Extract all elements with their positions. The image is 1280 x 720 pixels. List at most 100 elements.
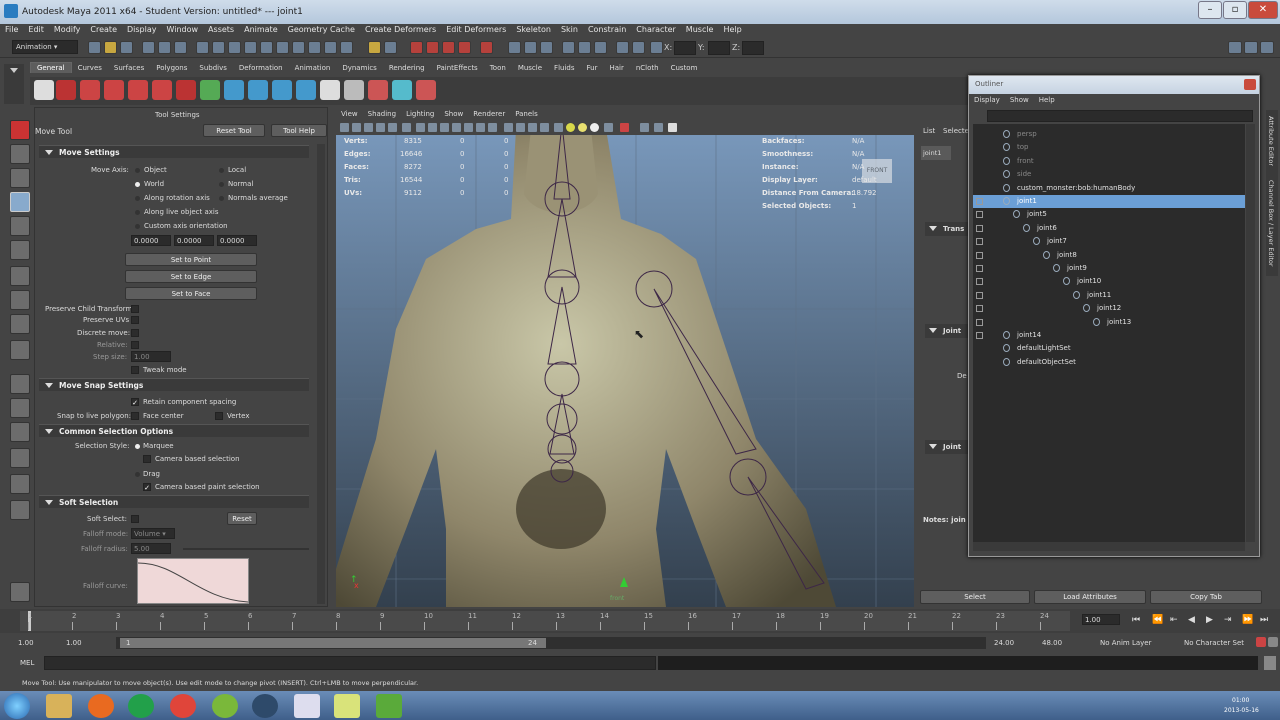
- grid-toggle-icon[interactable]: [402, 123, 411, 132]
- radio-marquee[interactable]: [135, 444, 140, 449]
- viewport-menu-shading[interactable]: Shading: [363, 110, 401, 118]
- rotate-tool-icon[interactable]: [10, 216, 30, 236]
- menu-animate[interactable]: Animate: [239, 24, 283, 35]
- end-time-field[interactable]: 48.00: [1042, 639, 1062, 647]
- vertex-checkbox[interactable]: [215, 412, 223, 420]
- menu-muscle[interactable]: Muscle: [681, 24, 719, 35]
- playback-end-field[interactable]: 24.00: [994, 639, 1014, 647]
- tab-animation[interactable]: Animation: [289, 63, 337, 73]
- radio-normal[interactable]: [219, 182, 224, 187]
- shelf-tool-2-icon[interactable]: [104, 80, 124, 100]
- new-scene-icon[interactable]: [88, 41, 101, 54]
- isolate-select-icon[interactable]: [620, 123, 629, 132]
- universal-manip-icon[interactable]: [10, 266, 30, 286]
- outliner-item[interactable]: persp: [973, 128, 1245, 141]
- safe-action-icon[interactable]: [464, 123, 473, 132]
- menu-geometry-cache[interactable]: Geometry Cache: [283, 24, 360, 35]
- custom-axis-x-field[interactable]: 0.0000: [131, 235, 171, 246]
- input-field-mode-icon[interactable]: [650, 41, 663, 54]
- retain-spacing-checkbox[interactable]: ✓: [131, 398, 139, 407]
- safe-title-icon[interactable]: [476, 123, 485, 132]
- close-button[interactable]: ✕: [1248, 1, 1278, 19]
- use-all-lights-icon[interactable]: [554, 123, 563, 132]
- select-dynamics-icon[interactable]: [276, 41, 289, 54]
- move-manipulator-icon[interactable]: [620, 577, 628, 587]
- playback-go-start-icon[interactable]: ⏮: [1132, 615, 1140, 625]
- chrome-icon[interactable]: [170, 694, 196, 718]
- bookmarks-icon[interactable]: [364, 123, 373, 132]
- wireframe-icon[interactable]: [504, 123, 513, 132]
- shelf-tool-10-icon[interactable]: [296, 80, 316, 100]
- outliner-item[interactable]: side: [973, 168, 1245, 181]
- mel-input[interactable]: [44, 656, 656, 670]
- snap-grid-icon[interactable]: [410, 41, 423, 54]
- outliner-item[interactable]: joint13: [973, 316, 1245, 329]
- move-tool-icon[interactable]: [10, 192, 30, 212]
- snap-point-icon[interactable]: [442, 41, 455, 54]
- scale-tool-icon[interactable]: [10, 240, 30, 260]
- shelf-tool-13-icon[interactable]: [368, 80, 388, 100]
- select-tool-icon[interactable]: [10, 120, 30, 140]
- set-to-edge-button[interactable]: Set to Edge: [125, 270, 257, 283]
- tab-rendering[interactable]: Rendering: [383, 63, 431, 73]
- layout-outliner-icon[interactable]: [10, 474, 30, 494]
- shelf-tool-12-icon[interactable]: [344, 80, 364, 100]
- snap-settings-section[interactable]: Move Snap Settings: [39, 378, 309, 391]
- hypershade-icon[interactable]: [632, 41, 645, 54]
- make-live-icon[interactable]: [480, 41, 493, 54]
- set-to-point-button[interactable]: Set to Point: [125, 253, 257, 266]
- steam-icon[interactable]: [252, 694, 278, 718]
- soft-select-checkbox[interactable]: [131, 515, 139, 523]
- outliner-item[interactable]: defaultObjectSet: [973, 356, 1245, 369]
- select-params-icon[interactable]: [340, 41, 353, 54]
- viewport-3d[interactable]: FRONT ↑ x front ⬉: [336, 109, 914, 607]
- radio-local[interactable]: [219, 168, 224, 173]
- select-component-icon[interactable]: [174, 41, 187, 54]
- expand-toggle-icon[interactable]: [976, 305, 983, 313]
- discrete-move-checkbox[interactable]: [131, 329, 139, 337]
- input-ops-icon[interactable]: [508, 41, 521, 54]
- grease-pencil-icon[interactable]: [488, 123, 497, 132]
- expand-toggle-icon[interactable]: [976, 238, 983, 246]
- select-rendering-icon[interactable]: [292, 41, 305, 54]
- tab-subdivs[interactable]: Subdivs: [193, 63, 233, 73]
- maximize-button[interactable]: ▫: [1223, 1, 1247, 19]
- field-chart-icon[interactable]: [452, 123, 461, 132]
- render-frame-icon[interactable]: [562, 41, 575, 54]
- outliner-item[interactable]: joint5: [973, 208, 1245, 221]
- tab-muscle[interactable]: Muscle: [512, 63, 548, 73]
- menu-skeleton[interactable]: Skeleton: [511, 24, 556, 35]
- output-ops-icon[interactable]: [524, 41, 537, 54]
- copy-tab-button[interactable]: Copy Tab: [1150, 590, 1262, 604]
- maya-taskbar-icon[interactable]: [294, 694, 320, 718]
- select-button[interactable]: Select: [920, 590, 1030, 604]
- radio-drag[interactable]: [135, 472, 140, 477]
- viewport-menu-lighting[interactable]: Lighting: [401, 110, 439, 118]
- shelf-tool-5-icon[interactable]: [176, 80, 196, 100]
- radio-custom-axis[interactable]: [135, 224, 140, 229]
- load-attributes-button[interactable]: Load Attributes: [1034, 590, 1146, 604]
- outliner-item[interactable]: joint7: [973, 235, 1245, 248]
- common-selection-section[interactable]: Common Selection Options: [39, 424, 309, 437]
- selected-menu[interactable]: Selecte: [943, 127, 969, 135]
- help-question-icon[interactable]: [56, 80, 76, 100]
- outliner-close-icon[interactable]: [1244, 79, 1256, 90]
- camera-based-checkbox[interactable]: [143, 455, 151, 463]
- soft-mod-icon[interactable]: [10, 290, 30, 310]
- expand-toggle-icon[interactable]: [976, 211, 983, 219]
- render-settings-icon[interactable]: [594, 41, 607, 54]
- tab-general[interactable]: General: [30, 62, 72, 73]
- radio-rotation-axis[interactable]: [135, 196, 140, 201]
- joint-section-2[interactable]: Joint: [925, 440, 969, 454]
- radio-normals-average[interactable]: [219, 196, 224, 201]
- playback-play-back-icon[interactable]: ◀: [1188, 615, 1195, 625]
- outliner-item[interactable]: joint11: [973, 289, 1245, 302]
- viewport-menu-view[interactable]: View: [336, 110, 363, 118]
- tool-help-button[interactable]: Tool Help: [271, 124, 327, 137]
- paint-select-tool-icon[interactable]: [10, 168, 30, 188]
- move-settings-section[interactable]: Move Settings: [39, 145, 309, 158]
- menu-assets[interactable]: Assets: [203, 24, 239, 35]
- select-curves-icon[interactable]: [228, 41, 241, 54]
- tab-dynamics[interactable]: Dynamics: [336, 63, 383, 73]
- start-time-field[interactable]: 1.00: [18, 639, 34, 647]
